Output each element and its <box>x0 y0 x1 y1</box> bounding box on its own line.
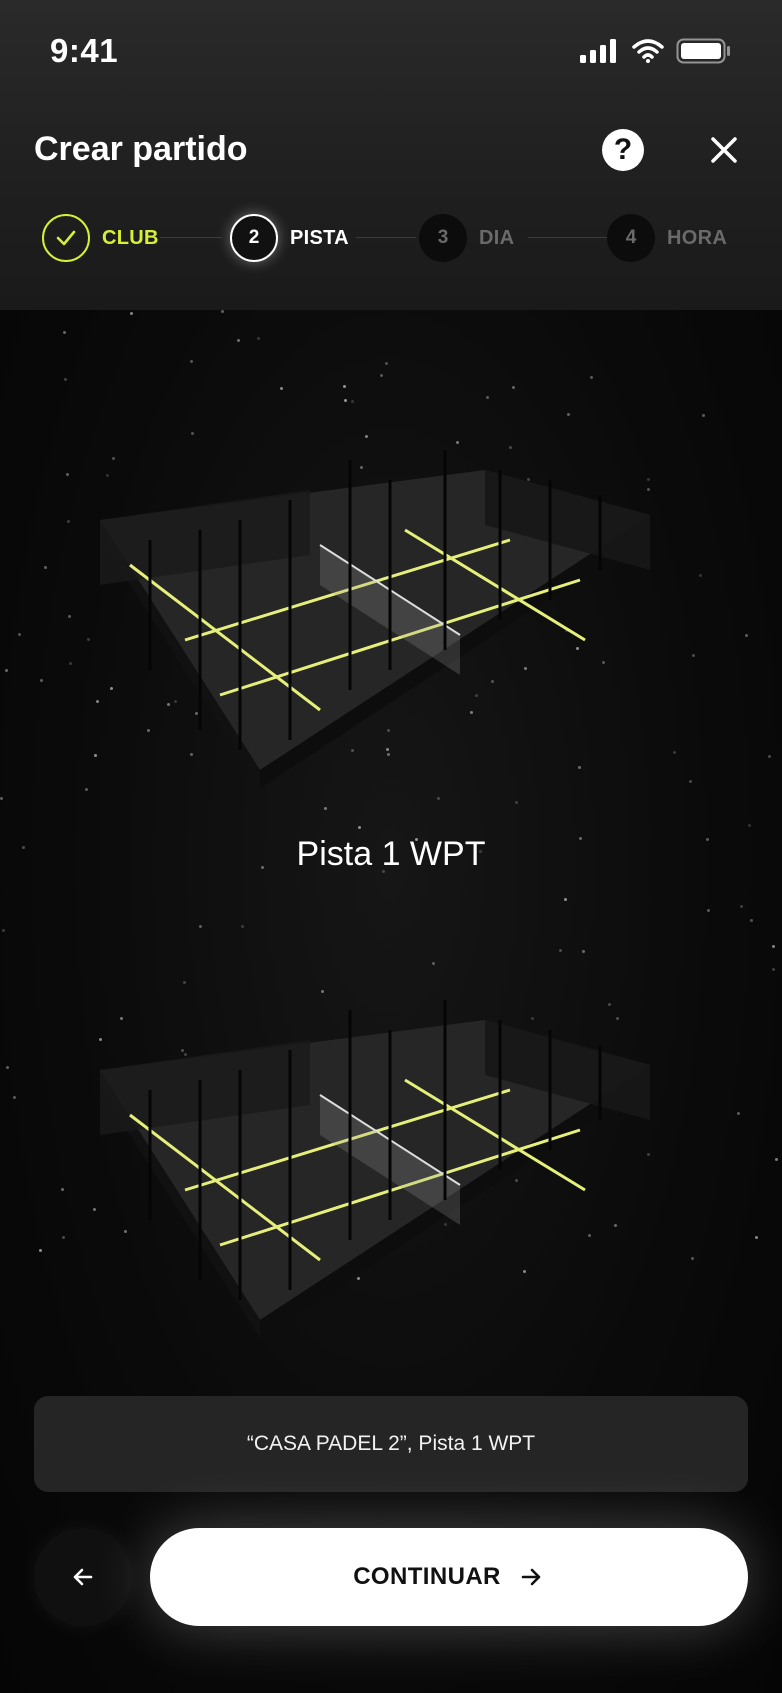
signal-icon <box>580 39 616 63</box>
star-dot <box>40 679 43 682</box>
selection-summary: “CASA PADEL 2”, Pista 1 WPT <box>34 1396 748 1492</box>
star-dot <box>85 788 88 791</box>
step-circle-dia: 3 <box>419 214 467 262</box>
check-icon <box>56 230 76 246</box>
star-dot <box>343 385 346 388</box>
star-dot <box>257 337 260 340</box>
battery-icon <box>676 38 730 64</box>
star-dot <box>351 400 354 403</box>
star-dot <box>385 362 388 365</box>
star-dot <box>432 962 435 965</box>
star-dot <box>190 360 193 363</box>
star-dot <box>241 925 244 928</box>
star-dot <box>748 824 751 827</box>
help-button[interactable]: ? <box>602 129 644 171</box>
star-dot <box>699 574 702 577</box>
star-dot <box>755 1236 758 1239</box>
star-dot <box>39 1249 42 1252</box>
star-dot <box>64 378 67 381</box>
star-dot <box>691 1257 694 1260</box>
star-dot <box>237 339 240 342</box>
selection-summary-text: “CASA PADEL 2”, Pista 1 WPT <box>246 1432 536 1455</box>
page-title: Crear partido <box>34 130 248 168</box>
star-dot <box>486 396 489 399</box>
step-label-dia: DIA <box>479 226 515 249</box>
star-dot <box>380 374 383 377</box>
step-dia[interactable]: 3 DIA <box>419 212 514 264</box>
continue-button[interactable]: CONTINUAR <box>150 1528 748 1626</box>
star-dot <box>768 755 771 758</box>
star-dot <box>745 634 748 637</box>
header: 9:41 Crear partido ? CLUB 2 PISTA 3 DIA … <box>0 0 782 310</box>
step-circle-pista: 2 <box>230 214 278 262</box>
arrow-left-icon <box>73 1568 93 1586</box>
star-dot <box>5 669 8 672</box>
star-dot <box>358 826 361 829</box>
star-dot <box>737 1112 740 1115</box>
star-dot <box>365 435 368 438</box>
star-dot <box>13 1096 16 1099</box>
star-dot <box>582 950 585 953</box>
star-dot <box>68 615 71 618</box>
star-dot <box>564 898 567 901</box>
wifi-icon <box>632 39 664 63</box>
step-circle-hora: 4 <box>607 214 655 262</box>
star-dot <box>61 1188 64 1191</box>
step-club[interactable]: CLUB <box>42 212 159 264</box>
star-dot <box>707 909 710 912</box>
star-dot <box>567 413 570 416</box>
star-dot <box>6 1066 9 1069</box>
star-dot <box>221 310 224 313</box>
star-dot <box>0 797 3 800</box>
continue-label: CONTINUAR <box>353 1563 501 1590</box>
star-dot <box>183 981 186 984</box>
back-button[interactable] <box>34 1528 132 1626</box>
star-dot <box>280 387 283 390</box>
star-dot <box>199 925 202 928</box>
step-hora[interactable]: 4 HORA <box>607 212 727 264</box>
step-circle-club <box>42 214 90 262</box>
arrow-right-icon <box>521 1568 541 1586</box>
star-dot <box>69 662 72 665</box>
star-dot <box>44 566 47 569</box>
star-dot <box>590 376 593 379</box>
court-image-selected[interactable] <box>90 440 690 810</box>
step-connector <box>160 237 222 238</box>
star-dot <box>772 968 775 971</box>
step-connector <box>356 237 416 238</box>
star-dot <box>130 312 133 315</box>
star-dot <box>692 654 695 657</box>
star-dot <box>344 399 347 402</box>
close-icon[interactable] <box>702 128 746 172</box>
star-dot <box>191 432 194 435</box>
step-label-pista: PISTA <box>290 226 349 249</box>
star-dot <box>67 520 70 523</box>
status-icons <box>580 38 732 64</box>
question-circle-icon: ? <box>613 133 633 166</box>
status-time: 9:41 <box>50 32 119 69</box>
star-dot <box>2 929 5 932</box>
status-bar: 9:41 <box>0 0 782 100</box>
step-label-club: CLUB <box>102 226 159 249</box>
star-dot <box>740 905 743 908</box>
court-name: Pista 1 WPT <box>296 835 486 873</box>
star-dot <box>63 331 66 334</box>
stepper: CLUB 2 PISTA 3 DIA 4 HORA <box>0 212 782 272</box>
star-dot <box>18 633 21 636</box>
star-dot <box>775 1158 778 1161</box>
star-dot <box>702 414 705 417</box>
step-connector <box>528 237 608 238</box>
step-label-hora: HORA <box>667 226 728 249</box>
star-dot <box>512 386 515 389</box>
court-image-next[interactable] <box>90 990 690 1360</box>
star-dot <box>772 945 775 948</box>
star-dot <box>62 1236 65 1239</box>
step-pista[interactable]: 2 PISTA <box>230 212 349 264</box>
star-dot <box>66 473 69 476</box>
star-dot <box>559 949 562 952</box>
star-dot <box>750 919 753 922</box>
